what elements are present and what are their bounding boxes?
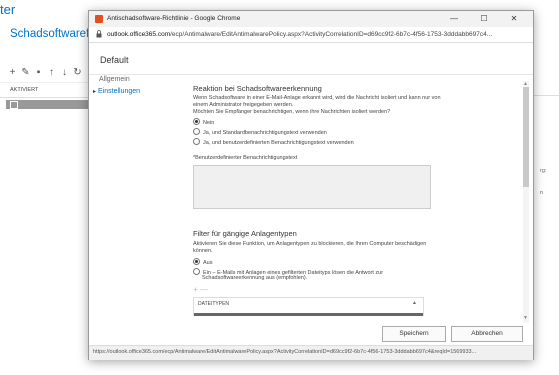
refresh-icon[interactable]: ↻ [73,67,82,78]
down-icon[interactable]: ↓ [60,67,69,78]
cancel-button[interactable]: Abbrechen [451,326,523,342]
file-type-toolbar: + — [193,285,208,294]
section-heading: Filter für gängige Anlagentypen [193,229,297,238]
radio-label: Nein [203,120,215,126]
add-icon[interactable]: + [8,67,17,78]
radio-off[interactable]: Aus [193,258,212,266]
section-description: Aktivieren Sie diese Funktion, um Anlage… [193,241,427,254]
right-pane-text: n [540,190,544,196]
nav-item-settings[interactable]: ▸ Einstellungen [93,88,140,95]
window-title: Antischadsoftware-Richtlinie - Google Ch… [107,15,241,22]
status-bar: https://outlook.office365.com/ecp/Antima… [89,345,533,360]
url-text: outlook.office365.com/ecp/Antimalware/Ed… [107,31,492,38]
section-description: Wenn Schadsoftware in einer E-Mail-Anlag… [193,95,441,108]
settings-content: Reaktion bei Schadsoftwareerkennung Wenn… [193,81,521,316]
radio-button[interactable] [193,128,200,135]
radio-button-checked[interactable] [193,118,200,125]
radio-button[interactable] [193,138,200,145]
dialog-heading: Default [100,55,129,65]
scroll-down-icon[interactable]: ▼ [523,315,528,321]
radio-button[interactable] [193,268,200,275]
nav-item-label: Einstellungen [98,88,141,95]
right-pane-text: rg: [540,168,547,174]
edit-icon[interactable]: ✎ [21,67,30,78]
toolbar: + ✎ ▪ ↑ ↓ ↻ [8,67,82,78]
column-header[interactable]: AKTIVIERT [0,82,92,98]
custom-notification-textarea[interactable] [193,165,431,209]
page-title: ter [0,2,16,17]
column-header-label: AKTIVIERT [10,87,39,93]
save-button[interactable]: Speichern [382,326,446,342]
scrollbar[interactable]: ▲ ▼ [523,81,529,323]
section-question: Möchten Sie Empfänger benachrichtigen, w… [193,109,391,115]
table-row[interactable] [194,313,423,316]
close-button[interactable]: ✕ [503,13,525,25]
url-path: /ecp/Antimalware/EditAntimalwarePolicy.a… [170,31,493,38]
browser-window: Antischadsoftware-Richtlinie - Google Ch… [88,10,534,360]
delete-icon[interactable]: ▪ [34,67,43,78]
nav-item-general[interactable]: Allgemein [99,76,130,83]
row-checkbox[interactable] [10,101,18,109]
radio-no[interactable]: Nein [193,118,214,126]
lock-icon [96,30,102,38]
file-types-table: DATEITYPEN ▲ [193,297,424,316]
remove-icon[interactable]: — [200,285,208,294]
radio-default-text[interactable]: Ja, und Standardbenachrichtigungstext ve… [193,128,327,136]
up-icon[interactable]: ↑ [47,67,56,78]
radio-label: Aus [203,260,213,266]
url-host: outlook.office365.com [107,31,171,38]
maximize-button[interactable]: ☐ [473,13,495,25]
radio-button-checked[interactable] [193,258,200,265]
field-label: *Benutzerdefinierter Benachrichtigungste… [193,155,298,161]
table-row[interactable] [6,100,92,109]
add-icon[interactable]: + [193,285,198,294]
title-bar[interactable]: Antischadsoftware-Richtlinie - Google Ch… [89,11,533,27]
divider [89,74,533,75]
column-header[interactable]: DATEITYPEN [198,301,229,307]
app-icon [95,15,103,23]
address-bar[interactable]: outlook.office365.com/ecp/Antimalware/Ed… [89,27,533,43]
status-url: https://outlook.office365.com/ecp/Antima… [93,349,477,355]
radio-label: Ja, und Standardbenachrichtigungstext ve… [203,130,327,136]
chevron-right-icon: ▸ [93,89,97,95]
section-heading: Reaktion bei Schadsoftwareerkennung [193,84,322,93]
scrollbar-thumb[interactable] [523,87,529,187]
radio-label-continuation: Schadsoftwareerkennung aus (empfohlen). [202,275,308,281]
minimize-button[interactable]: — [443,13,465,25]
radio-label: Ja, und benutzerdefinierten Benachrichti… [203,140,354,146]
sort-up-icon[interactable]: ▲ [412,300,417,306]
radio-custom-text[interactable]: Ja, und benutzerdefinierten Benachrichti… [193,138,354,146]
